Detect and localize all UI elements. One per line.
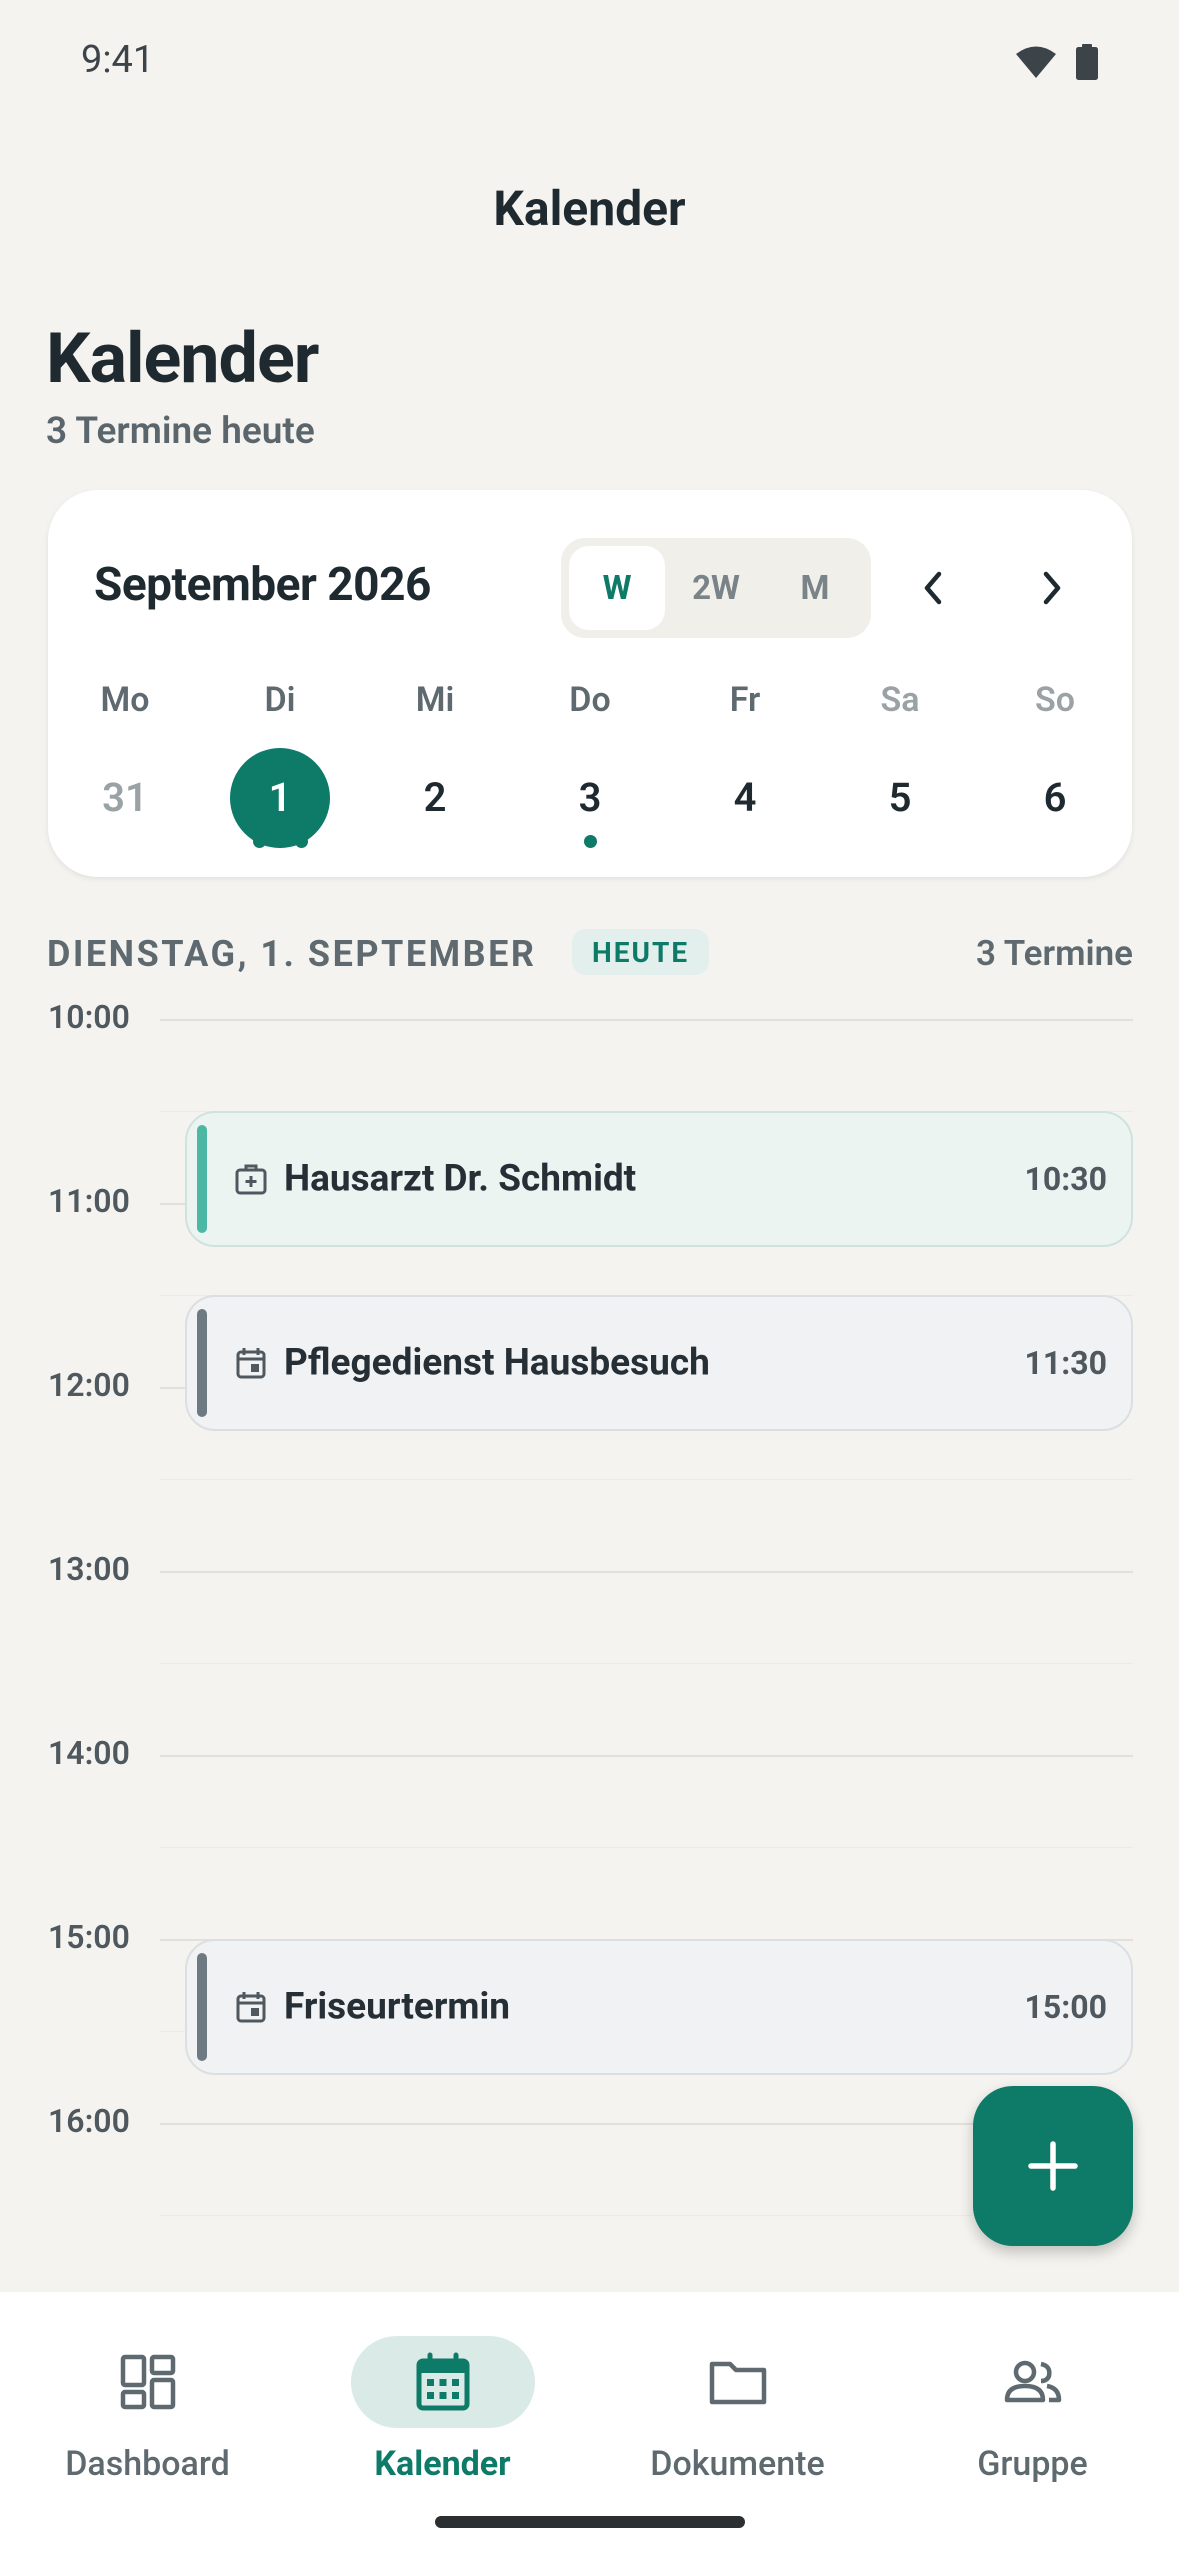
today-badge: HEUTE	[572, 929, 710, 975]
weekday-sa: Sa	[880, 680, 920, 720]
nav-label: Kalender	[374, 2444, 511, 2484]
event-indicator-dot	[274, 835, 287, 848]
time-label: 11:00	[48, 1182, 130, 1220]
event-time: 15:00	[1024, 1988, 1107, 2026]
chevron-left-icon	[924, 571, 942, 605]
folder-icon	[709, 2361, 766, 2405]
nav-label: Gruppe	[977, 2444, 1088, 2484]
nav-label: Dashboard	[65, 2444, 230, 2484]
agenda-event-count: 3 Termine	[975, 933, 1133, 974]
event-color-bar	[197, 1953, 207, 2061]
plus-icon	[1028, 2141, 1078, 2191]
nav-dokumente[interactable]: Dokumente	[590, 2314, 885, 2504]
weekday-di: Di	[264, 680, 296, 720]
day-cell[interactable]: 5	[850, 748, 950, 848]
hour-line	[160, 1571, 1133, 1573]
event-card[interactable]: Friseurtermin 15:00	[185, 1939, 1133, 2075]
event-color-bar	[197, 1309, 207, 1417]
nav-dashboard[interactable]: Dashboard	[0, 2314, 295, 2504]
calendar-event-icon	[236, 1992, 266, 2023]
chevron-right-icon	[1043, 571, 1061, 605]
view-two-weeks-button[interactable]: 2W	[668, 546, 764, 630]
battery-icon	[1076, 44, 1098, 80]
day-cell[interactable]: 6	[1005, 748, 1105, 848]
dashboard-icon	[120, 2354, 175, 2410]
calendar-event-icon	[236, 1348, 266, 1379]
month-label: September 2026	[94, 558, 431, 612]
time-label: 16:00	[48, 2102, 130, 2140]
nav-label: Dokumente	[650, 2444, 825, 2484]
time-label: 13:00	[48, 1550, 130, 1588]
previous-week-button[interactable]	[894, 548, 974, 628]
next-week-button[interactable]	[1011, 548, 1091, 628]
day-cell[interactable]: 31	[75, 748, 175, 848]
time-label: 15:00	[48, 1918, 130, 1956]
time-label: 10:00	[48, 998, 130, 1036]
time-label: 14:00	[48, 1734, 130, 1772]
time-label: 12:00	[48, 1366, 130, 1404]
add-event-button[interactable]	[973, 2086, 1133, 2246]
event-card[interactable]: Hausarzt Dr. Schmidt 10:30	[185, 1111, 1133, 1247]
weekday-mo: Mo	[100, 680, 150, 720]
event-time: 11:30	[1024, 1344, 1107, 1382]
view-switcher: W 2W M	[561, 538, 871, 638]
day-cell[interactable]: 2	[385, 748, 485, 848]
view-month-button[interactable]: M	[767, 546, 863, 630]
event-card[interactable]: Pflegedienst Hausbesuch 11:30	[185, 1295, 1133, 1431]
status-icons	[1015, 44, 1099, 80]
event-color-bar	[197, 1125, 207, 1233]
event-title: Pflegedienst Hausbesuch	[284, 1341, 710, 1385]
hour-line	[160, 1755, 1133, 1757]
event-indicator-dot	[253, 835, 266, 848]
day-cell[interactable]: 3	[540, 748, 640, 848]
event-title: Hausarzt Dr. Schmidt	[284, 1157, 637, 1201]
nav-kalender[interactable]: Kalender	[295, 2314, 590, 2504]
hour-line	[160, 1019, 1133, 1021]
day-cell[interactable]: 4	[695, 748, 795, 848]
weekday-fr: Fr	[729, 680, 761, 720]
status-time: 9:41	[81, 38, 155, 82]
event-indicator-dot	[295, 835, 308, 848]
event-indicator-dot	[584, 835, 597, 848]
half-hour-line	[160, 1479, 1133, 1480]
calendar-card: September 2026 W 2W M Mo Di Mi Do Fr Sa …	[48, 490, 1132, 877]
page-subtitle: 3 Termine heute	[46, 410, 315, 453]
wifi-icon	[1016, 46, 1056, 78]
nav-gruppe[interactable]: Gruppe	[885, 2314, 1179, 2504]
weekday-mi: Mi	[415, 680, 455, 720]
page-title: Kalender	[46, 318, 319, 400]
app-bar-title: Kalender	[493, 180, 686, 237]
half-hour-line	[160, 1847, 1133, 1848]
home-indicator[interactable]	[435, 2516, 745, 2528]
event-time: 10:30	[1024, 1160, 1107, 1198]
event-title: Friseurtermin	[284, 1985, 510, 2029]
medical-bag-icon	[235, 1164, 267, 1195]
weekday-so: So	[1035, 680, 1075, 720]
half-hour-line	[160, 1663, 1133, 1664]
group-icon	[1004, 2360, 1061, 2403]
view-week-button[interactable]: W	[569, 546, 665, 630]
agenda-date-label: DIENSTAG, 1. SEPTEMBER	[47, 933, 537, 975]
day-cell-selected[interactable]: 1	[230, 748, 330, 848]
weekday-do: Do	[569, 680, 611, 720]
calendar-icon	[416, 2352, 469, 2411]
